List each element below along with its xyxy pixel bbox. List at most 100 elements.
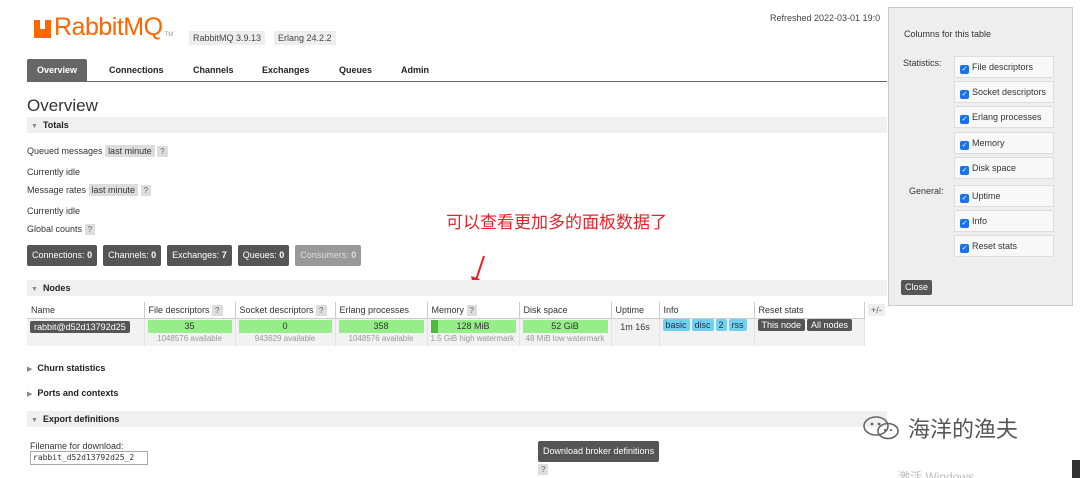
tab-exchanges[interactable]: Exchanges <box>252 59 320 81</box>
message-rates-label: Message rates <box>27 185 87 195</box>
column-header-disk-space: Disk space <box>519 302 612 319</box>
export-heading: Export definitions <box>42 414 120 424</box>
rates-range-select[interactable]: last minute <box>88 184 139 196</box>
checkbox-checked-icon[interactable]: ✓ <box>960 244 969 253</box>
logo-tm: TM <box>164 32 174 38</box>
help-icon[interactable]: ? <box>157 146 168 157</box>
reset-this-node-button[interactable]: This node <box>757 318 806 331</box>
ep-value: 358 <box>338 319 424 333</box>
global-counts-row: Global counts ? <box>27 224 96 235</box>
help-icon[interactable]: ? <box>466 304 477 316</box>
nodes-heading: Nodes <box>42 283 71 293</box>
help-icon[interactable]: ? <box>316 304 327 316</box>
queued-range-select[interactable]: last minute <box>105 145 155 157</box>
column-option-erlang-processes[interactable]: ✓ Erlang processes <box>954 106 1054 128</box>
column-option-memory[interactable]: ✓ Memory <box>954 132 1054 154</box>
channels-count-button[interactable]: Channels: 0 <box>103 245 162 266</box>
tab-overview[interactable]: Overview <box>27 59 88 81</box>
column-header-uptime: Uptime <box>611 302 660 319</box>
refreshed-timestamp[interactable]: Refreshed 2022-03-01 19:0 <box>770 13 880 23</box>
message-rates-row: Message rates last minute ? <box>27 184 152 196</box>
close-button[interactable]: Close <box>901 280 933 295</box>
download-definitions-button[interactable]: Download broker definitions <box>538 441 660 462</box>
ports-section-header[interactable]: ▶ Ports and contexts <box>27 388 118 398</box>
general-label: General: <box>909 186 944 196</box>
disk-watermark: 48 MiB low watermark <box>525 333 605 343</box>
tab-channels[interactable]: Channels <box>183 59 244 81</box>
disk-cell: 52 GiB 48 MiB low watermark <box>519 318 612 346</box>
sd-cell: 0 943629 available <box>235 318 336 346</box>
checkbox-checked-icon[interactable]: ✓ <box>960 65 969 74</box>
uptime-cell: 1m 16s <box>611 318 660 346</box>
filename-input[interactable]: rabbit_d52d13792d25_2 <box>30 451 148 465</box>
table-row: rabbit@d52d13792d25 35 1048576 available … <box>27 318 865 346</box>
rabbitmq-logo-icon <box>34 20 51 38</box>
memory-value: 128 MiB <box>430 319 516 333</box>
columns-panel-title: Columns for this table <box>904 29 992 39</box>
nodes-section-header[interactable]: ▼ Nodes <box>27 280 887 296</box>
fd-available: 1048576 available <box>157 333 222 343</box>
column-option-uptime[interactable]: ✓ Uptime <box>954 185 1054 207</box>
checkbox-checked-icon[interactable]: ✓ <box>960 141 969 150</box>
checkbox-checked-icon[interactable]: ✓ <box>960 219 969 228</box>
column-header-reset-stats: Reset stats <box>754 302 865 319</box>
column-header-file-descriptors: File descriptors ? <box>144 302 236 319</box>
fd-cell: 35 1048576 available <box>144 318 236 346</box>
columns-toggle-button[interactable]: +/- <box>868 304 885 316</box>
reset-all-nodes-button[interactable]: All nodes <box>807 318 853 331</box>
global-counts-label: Global counts <box>27 224 83 234</box>
help-icon[interactable]: ? <box>538 464 549 475</box>
checkbox-checked-icon[interactable]: ✓ <box>960 166 969 175</box>
disk-value: 52 GiB <box>522 319 608 333</box>
help-icon[interactable]: ? <box>84 224 96 235</box>
exchanges-count-button[interactable]: Exchanges: 7 <box>167 245 232 266</box>
rabbitmq-version-badge: RabbitMQ 3.9.13 <box>189 31 266 45</box>
wechat-icon <box>863 416 899 440</box>
global-counts-buttons: Connections: 0 Channels: 0 Exchanges: 7 … <box>27 245 362 266</box>
column-header-socket-descriptors: Socket descriptors ? <box>235 302 336 319</box>
statistics-label: Statistics: <box>903 58 942 68</box>
watermark-text: 海洋的渔夫 <box>908 418 1019 443</box>
column-option-info[interactable]: ✓ Info <box>954 210 1054 232</box>
column-option-file-descriptors[interactable]: ✓ File descriptors <box>954 56 1054 78</box>
help-icon[interactable]: ? <box>212 304 223 316</box>
sd-value: 0 <box>238 319 332 333</box>
consumers-count-button[interactable]: Consumers: 0 <box>295 245 362 266</box>
queued-messages-label: Queued messages <box>27 146 103 156</box>
activate-windows-text: 激活 Windows <box>898 470 975 478</box>
totals-heading: Totals <box>42 120 69 130</box>
page-title: Overview <box>27 96 98 115</box>
triangle-down-icon: ▼ <box>31 286 38 293</box>
column-header-memory: Memory ? <box>427 302 520 319</box>
info-badge-basic: basic <box>662 318 690 331</box>
tab-connections[interactable]: Connections <box>99 59 174 81</box>
connections-count-button[interactable]: Connections: 0 <box>27 245 98 266</box>
help-icon[interactable]: ? <box>140 185 152 196</box>
erlang-version-badge: Erlang 24.2.2 <box>274 31 336 45</box>
column-option-socket-descriptors[interactable]: ✓ Socket descriptors <box>954 81 1054 103</box>
info-badge-rss: rss <box>728 318 747 331</box>
checkbox-checked-icon[interactable]: ✓ <box>960 194 969 203</box>
ep-available: 1048576 available <box>348 333 414 343</box>
triangle-down-icon: ▼ <box>31 417 38 424</box>
uptime-value: 1m 16s <box>620 321 650 332</box>
info-badge-2: 2 <box>715 318 727 331</box>
checkbox-checked-icon[interactable]: ✓ <box>960 90 969 99</box>
queues-count-button[interactable]: Queues: 0 <box>237 245 290 266</box>
export-section-header[interactable]: ▼ Export definitions <box>27 411 887 427</box>
logo-text: RabbitMQ <box>54 13 163 41</box>
totals-section-header[interactable]: ▼ Totals <box>27 117 887 133</box>
tab-queues[interactable]: Queues <box>329 59 382 81</box>
triangle-down-icon: ▼ <box>31 123 38 130</box>
annotation-text: 可以查看更加多的面板数据了 <box>446 213 667 233</box>
checkbox-checked-icon[interactable]: ✓ <box>960 115 969 124</box>
node-name-link[interactable]: rabbit@d52d13792d25 <box>30 320 130 333</box>
node-name-cell: rabbit@d52d13792d25 <box>27 318 145 346</box>
column-option-reset-stats[interactable]: ✓ Reset stats <box>954 235 1054 257</box>
reset-cell: This node All nodes <box>754 318 865 346</box>
triangle-right-icon: ▶ <box>27 391 33 398</box>
churn-section-header[interactable]: ▶ Churn statistics <box>27 363 105 373</box>
column-option-disk-space[interactable]: ✓ Disk space <box>954 157 1054 179</box>
tab-admin[interactable]: Admin <box>391 59 439 81</box>
memory-watermark: 1.5 GiB high watermark <box>430 333 515 343</box>
